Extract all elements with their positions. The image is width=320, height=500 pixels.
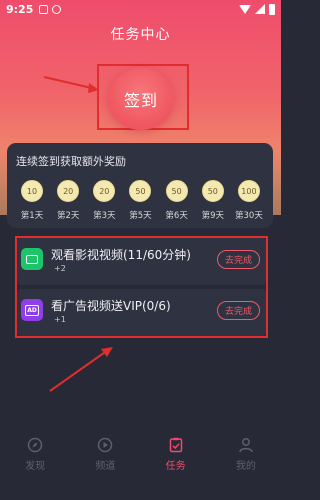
coin-value: 50 (135, 186, 146, 196)
play-icon (97, 437, 113, 453)
ad-icon: AD (21, 299, 43, 321)
streak-item: 50 第6天 (162, 180, 192, 221)
system-nav-bar (0, 482, 281, 500)
task-reward: +2 (54, 264, 66, 273)
streak-item: 10 第1天 (17, 180, 47, 221)
coin-value: 100 (241, 186, 257, 196)
streak-card: 连续签到获取额外奖励 10 第1天 20 第2天 20 第3天 50 第5天 5… (7, 143, 273, 228)
coin-icon: 10 (21, 180, 43, 202)
task-icon (168, 437, 184, 453)
tab-discover[interactable]: 发现 (10, 437, 60, 472)
coin-icon: 50 (129, 180, 152, 202)
task-title: 观看影视视频(11/60分钟) (51, 248, 191, 262)
streak-title: 连续签到获取额外奖励 (16, 155, 126, 168)
tv-icon (21, 248, 43, 270)
coin-icon: 50 (165, 180, 188, 202)
task-title: 看广告视频送VIP(0/6) (51, 299, 171, 313)
day-label: 第9天 (201, 211, 224, 221)
sign-in-label: 签到 (123, 91, 158, 110)
coin-value: 20 (99, 186, 110, 196)
streak-item: 20 第2天 (53, 180, 83, 221)
tab-tasks[interactable]: 任务 (151, 437, 201, 472)
coin-icon: 100 (237, 180, 260, 202)
task-reward: +1 (54, 315, 66, 324)
tab-label: 发现 (25, 460, 46, 472)
coin-icon: 20 (93, 180, 116, 202)
streak-item: 50 第9天 (198, 180, 228, 221)
streak-item: 100 第30天 (234, 180, 264, 221)
coin-value: 50 (207, 186, 218, 196)
task-card-watch-video: 观看影视视频(11/60分钟) +2 去完成 (17, 238, 266, 285)
complete-task-button[interactable]: 去完成 (216, 250, 260, 269)
tab-channel[interactable]: 频道 (80, 437, 130, 472)
complete-task-button[interactable]: 去完成 (216, 301, 260, 320)
tab-label: 频道 (95, 460, 116, 472)
coin-value: 20 (63, 186, 74, 196)
coin-value: 10 (26, 186, 38, 196)
day-label: 第2天 (56, 211, 80, 221)
coin-icon: 20 (57, 180, 80, 202)
day-label: 第3天 (93, 211, 116, 221)
streak-item: 20 第3天 (89, 180, 119, 221)
sign-in-button[interactable]: 签到 (108, 68, 174, 130)
day-label: 第30天 (235, 211, 263, 221)
day-label: 第1天 (20, 211, 44, 221)
tab-label: 任务 (165, 460, 186, 472)
coin-value: 50 (171, 186, 182, 196)
compass-icon (27, 437, 43, 453)
tab-label: 我的 (235, 460, 256, 472)
tab-profile[interactable]: 我的 (221, 437, 271, 472)
day-label: 第6天 (165, 211, 188, 221)
day-label: 第5天 (129, 211, 152, 221)
streak-item: 50 第5天 (125, 180, 155, 221)
coin-icon: 50 (201, 180, 224, 202)
user-icon (238, 437, 254, 453)
streak-row: 10 第1天 20 第2天 20 第3天 50 第5天 50 第6天 50 第9… (17, 180, 264, 221)
task-card-watch-ad: AD 看广告视频送VIP(0/6) +1 去完成 (17, 289, 266, 336)
bottom-tab-bar: 发现 频道 任务 我的 (0, 428, 281, 480)
